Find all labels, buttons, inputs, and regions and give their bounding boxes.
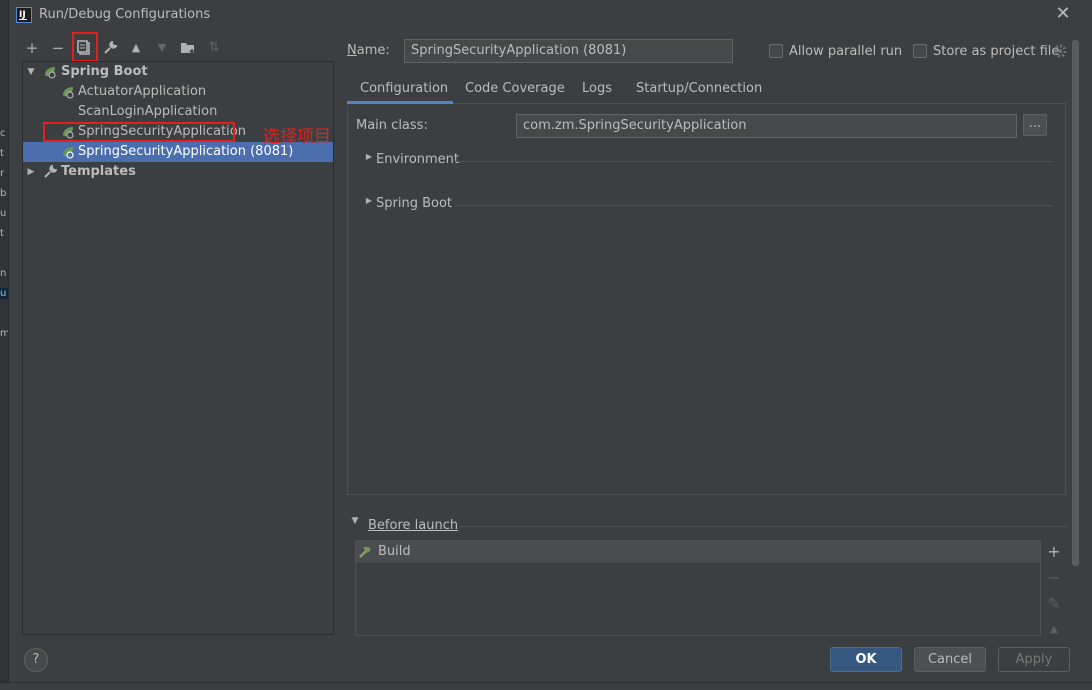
config-tabs: Configuration Code Coverage Logs Startup… [347,74,1066,104]
tree-group-label: Templates [61,164,136,179]
remove-config-button[interactable]: − [47,38,69,58]
before-launch-list: Build [355,540,1041,636]
tree-group-templates[interactable]: ▶ Templates [23,162,333,182]
name-input[interactable]: SpringSecurityApplication (8081) [404,39,733,63]
move-down-button[interactable]: ▼ [151,38,173,58]
title-bar: IJ Run/Debug Configurations ✕ [9,0,1092,30]
cancel-button[interactable]: Cancel [914,647,986,672]
tree-group-spring-boot[interactable]: ▼ Spring Boot [23,62,333,82]
move-up-button[interactable]: ▲ [125,38,147,58]
ok-button[interactable]: OK [830,647,902,672]
environment-label[interactable]: Environment [376,152,459,167]
allow-parallel-label[interactable]: Allow parallel run [789,44,902,59]
spring-boot-icon [45,67,56,79]
spring-boot-run-icon [63,147,74,159]
dialog-title: Run/Debug Configurations [39,7,211,22]
tree-item[interactable]: ScanLoginApplication [23,102,333,122]
sort-button[interactable]: ⇅ [203,38,225,58]
store-project-checkbox[interactable] [913,44,927,58]
tree-item-label: ScanLoginApplication [78,104,218,119]
main-class-input[interactable]: com.zm.SpringSecurityApplication [516,114,1017,138]
remove-task-button[interactable]: − [1044,568,1064,588]
store-project-label[interactable]: Store as project file [933,44,1059,59]
new-folder-button[interactable] [177,38,199,58]
config-tree: ▼ Spring Boot ActuatorApplication ScanLo… [22,61,334,635]
ide-background-bottom [0,682,1092,690]
main-class-label: Main class: [356,118,428,133]
before-launch-label[interactable]: Before launch [368,518,458,533]
section-divider [455,161,1053,162]
edit-task-button[interactable]: ✎ [1044,594,1064,614]
vertical-scrollbar[interactable] [1072,40,1079,566]
config-toolbar: + − ▲ ▼ ⇅ [21,32,331,62]
gear-icon[interactable] [1053,44,1067,58]
folder-icon [181,43,195,54]
add-task-button[interactable]: + [1044,542,1064,562]
environment-section[interactable]: ▶ Environment [363,152,1053,172]
tab-configuration[interactable]: Configuration [360,81,448,96]
run-debug-dialog: IJ Run/Debug Configurations ✕ + − ▲ ▼ ⇅ … [8,0,1092,682]
spring-boot-label[interactable]: Spring Boot [376,196,452,211]
spring-boot-section[interactable]: ▶ Spring Boot [363,196,1053,216]
item-highlight-box [43,122,235,142]
apply-button[interactable]: Apply [998,647,1070,672]
name-label: Name: [347,43,390,58]
spring-boot-run-icon [63,87,74,99]
before-launch-header[interactable]: ▼ Before launch [347,516,1067,536]
tab-code-coverage[interactable]: Code Coverage [465,81,565,96]
expand-arrow-icon[interactable]: ▼ [25,62,37,82]
before-launch-item-label: Build [378,544,411,559]
move-task-up-button[interactable]: ▲ [1044,620,1064,634]
tab-logs[interactable]: Logs [582,81,612,96]
expand-arrow-icon[interactable]: ▶ [363,196,375,205]
collapse-arrow-icon[interactable]: ▶ [25,162,37,182]
hammer-icon [359,547,371,558]
tree-item-label: ActuatorApplication [78,84,207,99]
add-config-button[interactable]: + [21,38,43,58]
allow-parallel-checkbox[interactable] [769,44,783,58]
tree-item[interactable]: ActuatorApplication [23,82,333,102]
before-launch-item[interactable]: Build [356,541,1040,563]
section-divider [455,205,1053,206]
edit-templates-button[interactable] [99,38,121,58]
tree-item-label: SpringSecurityApplication (8081) [78,144,294,159]
wrench-icon [104,40,118,54]
collapse-arrow-icon[interactable]: ▼ [349,516,361,526]
active-tab-indicator [347,101,453,104]
close-dialog-button[interactable]: ✕ [1053,4,1073,24]
intellij-app-icon: IJ [16,7,32,23]
copy-button-highlight [72,32,98,62]
tree-group-label: Spring Boot [61,64,148,79]
section-divider [459,526,1067,527]
annotation-label: 选择项目 [263,127,331,147]
help-button[interactable]: ? [24,648,48,672]
expand-arrow-icon[interactable]: ▶ [363,152,375,161]
ide-background-strip: ctrbutnum [0,0,8,690]
browse-main-class-button[interactable]: ... [1023,114,1047,136]
tab-startup-connection[interactable]: Startup/Connection [636,81,762,96]
wrench-icon [44,165,57,178]
